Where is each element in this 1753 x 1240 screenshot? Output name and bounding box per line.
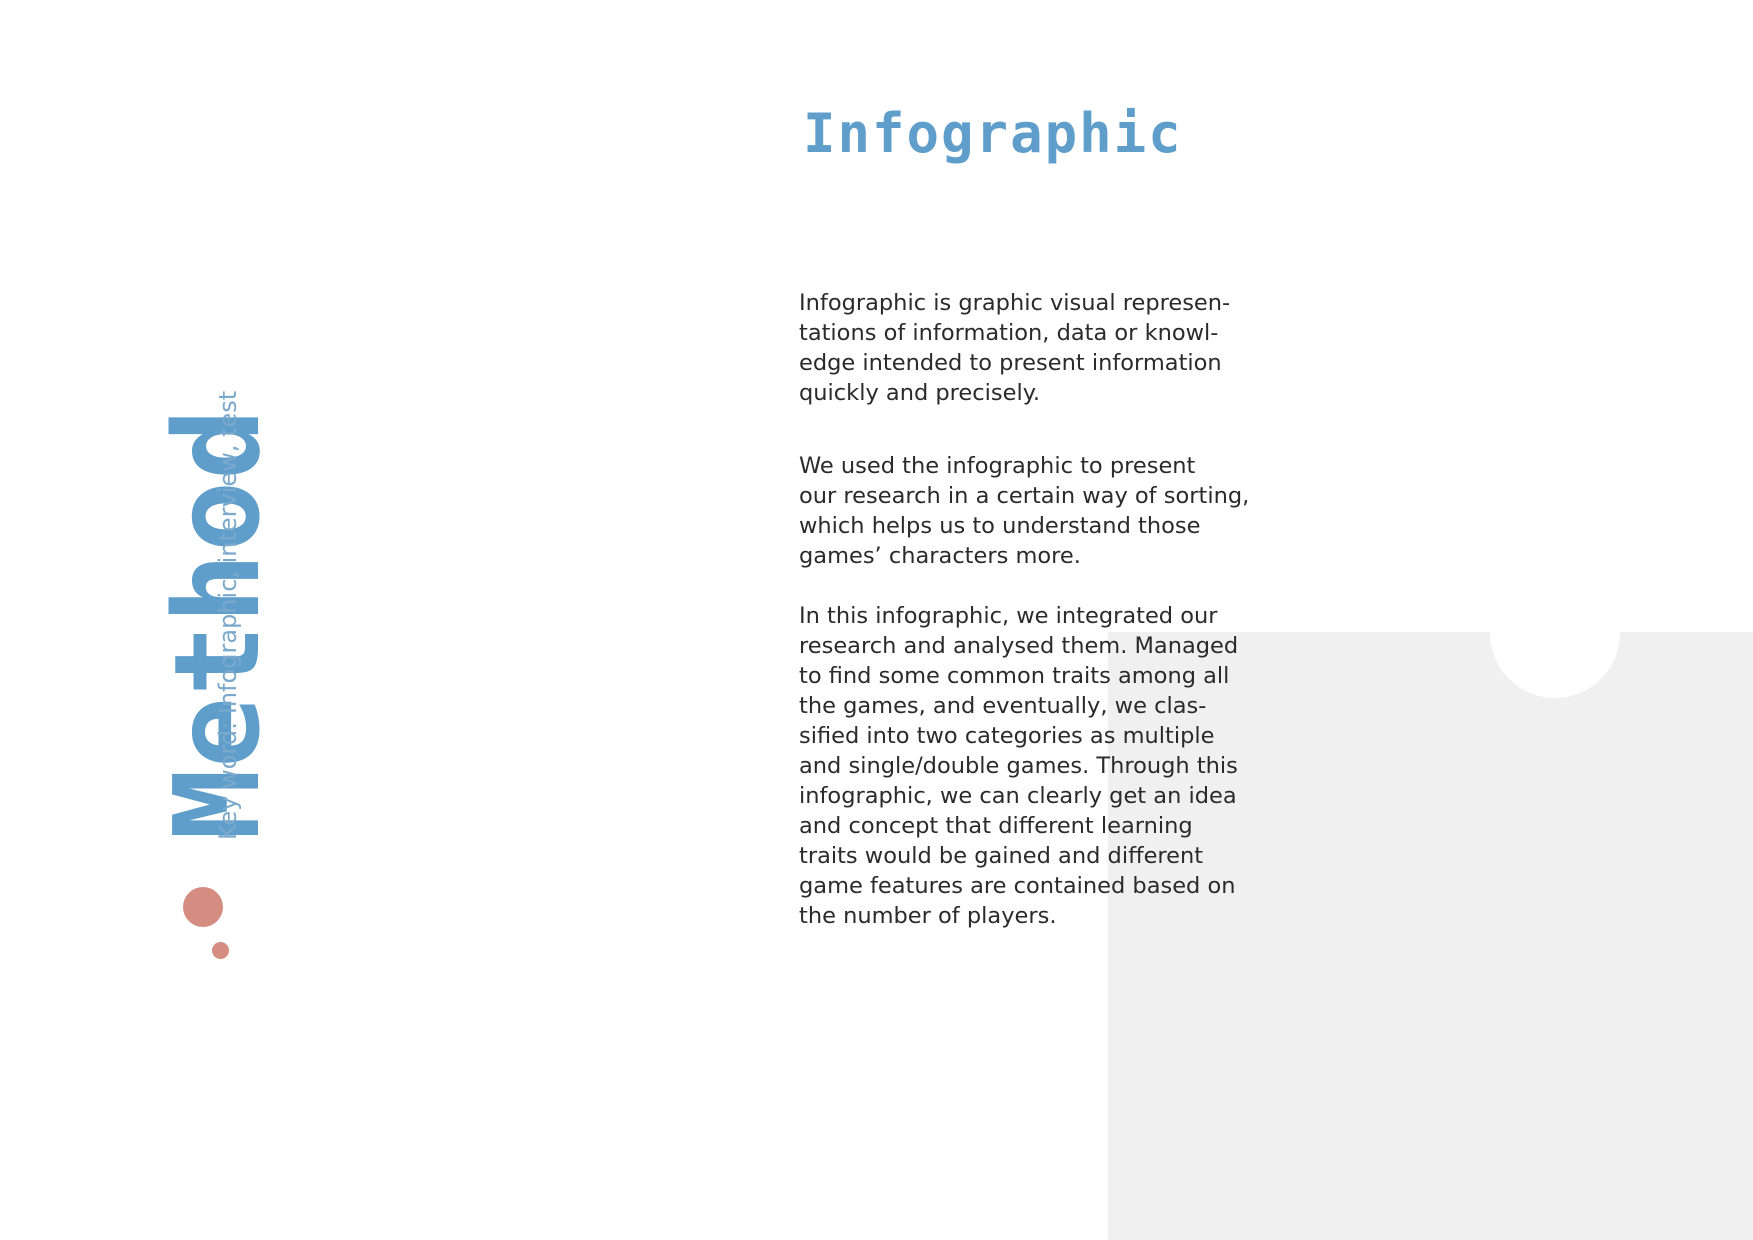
page-title: Infographic [803,102,1183,165]
paragraph-definition: Infographic is graphic visual represen-t… [799,290,1231,406]
decorative-dot-large [183,887,223,927]
paragraph-usage: We used the infographic to present our re… [799,453,1250,569]
decorative-semicircle-notch [1490,568,1620,698]
keywords-vertical: Key word: Infographic, interview, test [214,390,242,840]
decorative-dot-small [212,942,229,959]
paragraph-integration: In this infographic, we integrated our re… [799,603,1239,929]
